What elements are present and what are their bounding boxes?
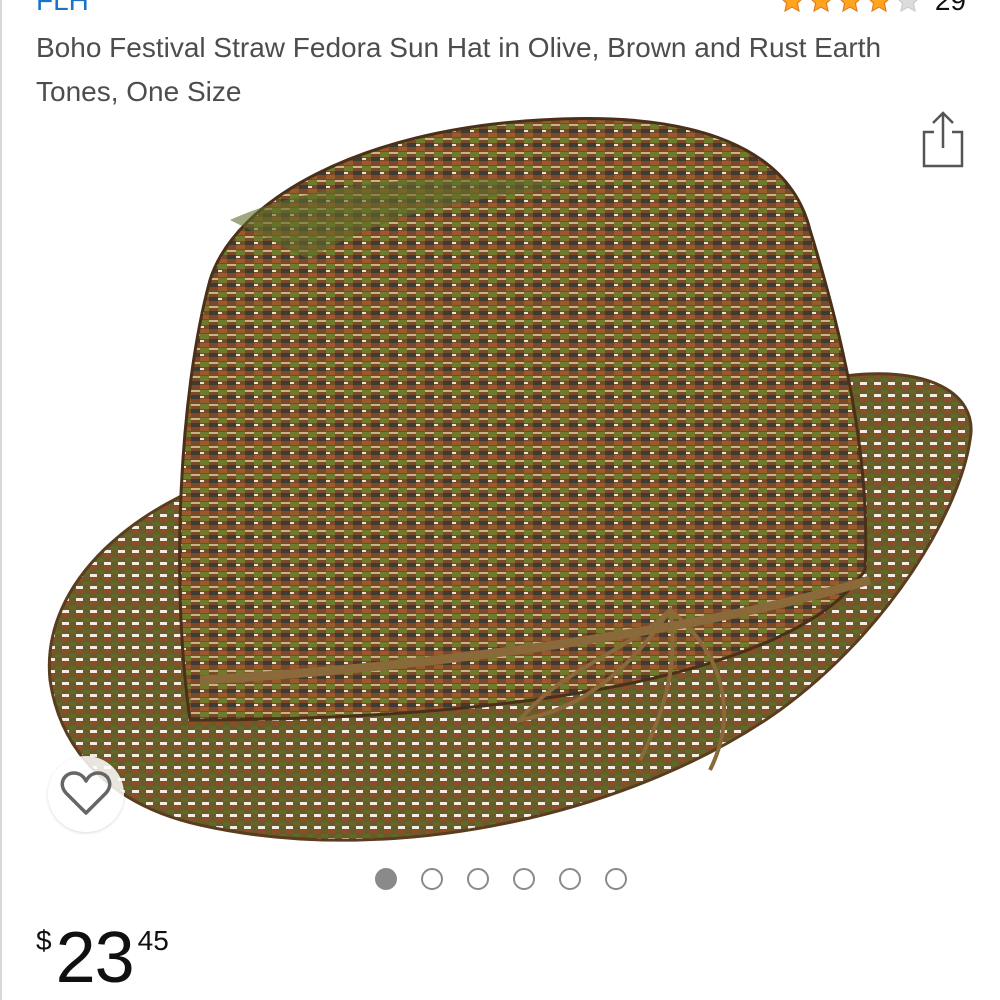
carousel-dot[interactable] bbox=[421, 868, 443, 890]
price-currency: $ bbox=[36, 925, 52, 956]
star-filled-icon bbox=[869, 0, 889, 13]
star-rating bbox=[779, 0, 921, 14]
carousel-dot[interactable] bbox=[559, 868, 581, 890]
star-filled-icon bbox=[811, 0, 831, 13]
rating-summary[interactable]: 29 bbox=[779, 0, 966, 16]
star-filled-icon bbox=[782, 0, 802, 13]
carousel-dots bbox=[375, 868, 627, 890]
left-border bbox=[0, 0, 2, 1000]
product-image[interactable] bbox=[20, 110, 985, 850]
carousel-dot[interactable] bbox=[375, 868, 397, 890]
wishlist-button[interactable] bbox=[48, 756, 124, 832]
brand-link[interactable]: FLH bbox=[36, 0, 89, 16]
carousel-dot[interactable] bbox=[467, 868, 489, 890]
rating-count: 29 bbox=[934, 0, 966, 16]
price-fraction: 45 bbox=[137, 925, 169, 956]
carousel-dot[interactable] bbox=[513, 868, 535, 890]
carousel-dot[interactable] bbox=[605, 868, 627, 890]
price: $ 23 45 bbox=[36, 920, 169, 996]
price-whole: 23 bbox=[55, 918, 135, 998]
hat-image bbox=[47, 116, 973, 842]
share-icon[interactable] bbox=[920, 110, 966, 168]
product-title: Boho Festival Straw Fedora Sun Hat in Ol… bbox=[36, 32, 882, 107]
star-filled-icon bbox=[840, 0, 860, 13]
star-empty-icon bbox=[898, 0, 918, 13]
heart-icon bbox=[60, 771, 112, 815]
